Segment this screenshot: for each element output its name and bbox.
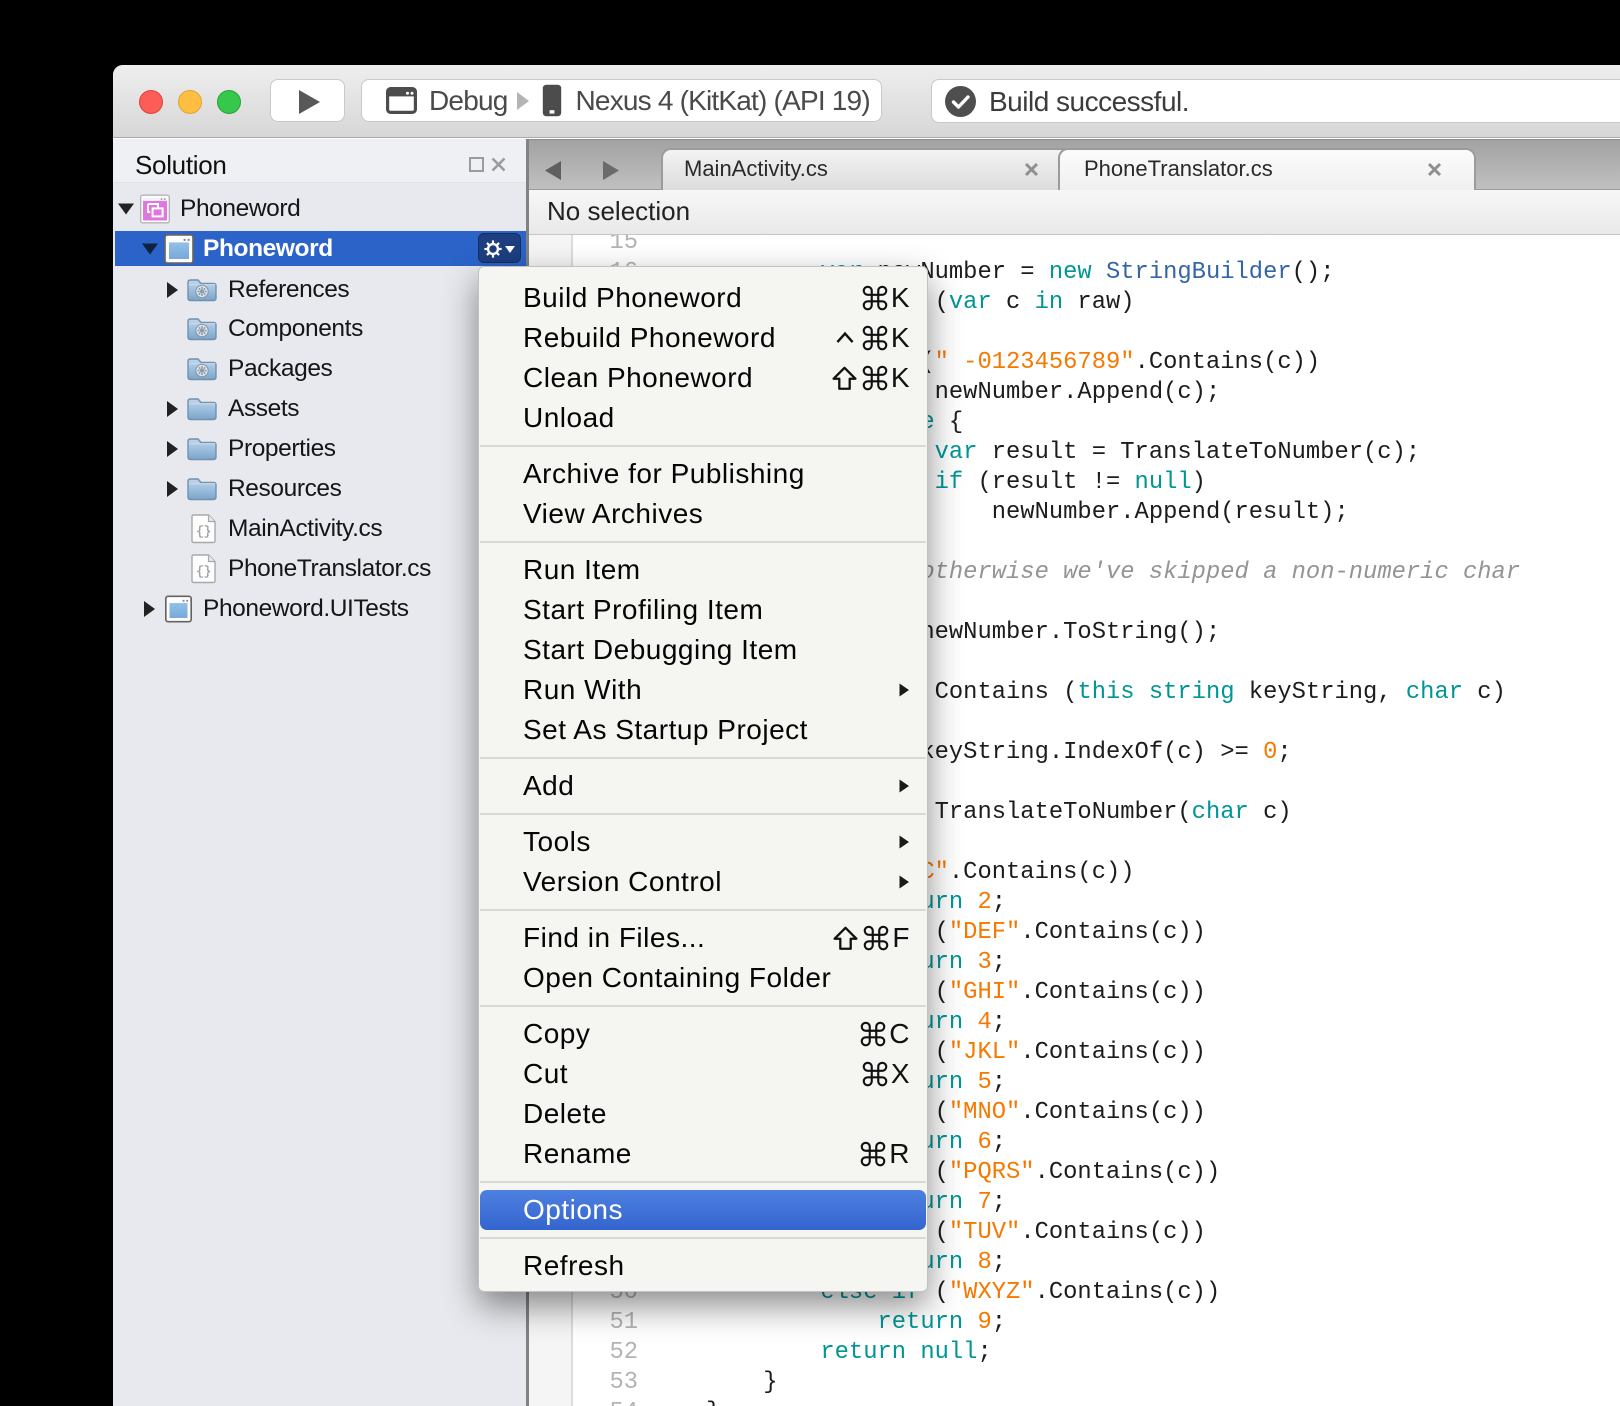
svg-text:{}: {} <box>196 524 212 539</box>
svg-text:{}: {} <box>196 564 212 579</box>
